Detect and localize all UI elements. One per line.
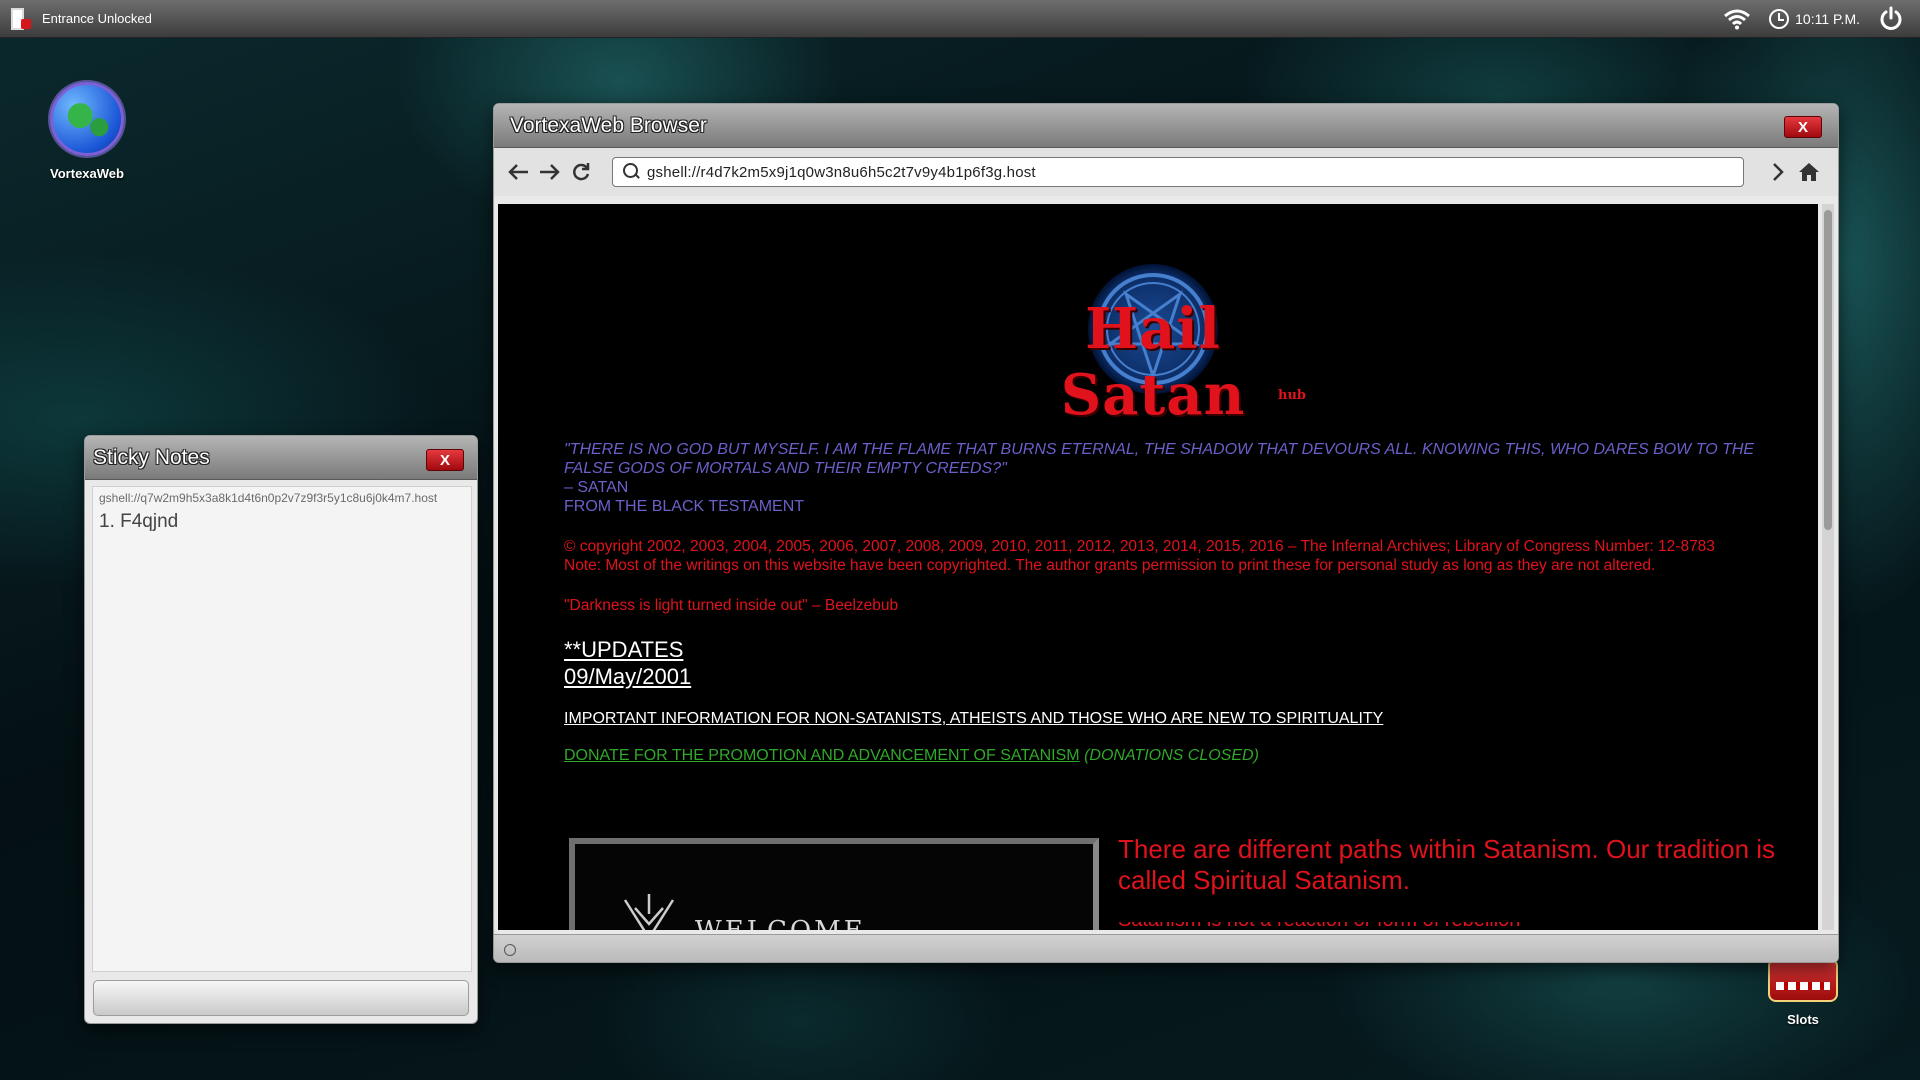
web-page-viewport[interactable]: Hail Satan hub "THERE IS NO GOD BUT MYSE…	[498, 204, 1818, 930]
slot-machine-icon	[1768, 958, 1838, 1002]
address-bar[interactable]: gshell://r4d7k2m5x9j1q0w3n8u6h5c2t7v9y4b…	[612, 157, 1744, 187]
globe-icon	[504, 944, 516, 956]
updates-date-link[interactable]: 09/May/2001	[564, 663, 691, 690]
search-icon	[623, 163, 641, 181]
logo-subtitle: hub	[1278, 388, 1306, 403]
donate-link[interactable]: DONATE FOR THE PROMOTION AND ADVANCEMENT…	[564, 747, 1080, 764]
page-scrollbar[interactable]	[1822, 204, 1834, 930]
globe-icon	[50, 82, 124, 156]
window-title: Sticky Notes	[93, 445, 210, 469]
url-text: gshell://r4d7k2m5x9j1q0w3n8u6h5c2t7v9y4b…	[647, 163, 1036, 181]
home-icon[interactable]	[1794, 157, 1824, 187]
note-url-line: gshell://q7w2m9h5x3a8k1d4t6n0p2v7z9f3r5y…	[99, 491, 438, 505]
quote-source: FROM THE BLACK TESTAMENT	[564, 498, 805, 515]
clock-time: 10:11 P.M.	[1795, 11, 1860, 27]
darkness-quote: "Darkness is light turned inside out" – …	[564, 597, 899, 614]
clock[interactable]: 10:11 P.M.	[1769, 9, 1860, 29]
site-logo: Hail Satan hub	[498, 244, 1818, 428]
browser-window: VortexaWeb Browser X gshell://r4d7k2m5x9…	[493, 103, 1839, 963]
page-content: "THERE IS NO GOD BUT MYSELF. I AM THE FL…	[564, 440, 1764, 765]
welcome-heading: WELCOME	[695, 916, 866, 930]
paths-more-text: Satanism is not a reaction or form of re…	[1118, 922, 1798, 930]
desktop-icon-label: Slots	[1787, 1012, 1819, 1027]
scrollbar-thumb[interactable]	[1824, 210, 1832, 530]
back-arrow-icon[interactable]	[504, 157, 534, 187]
note-entry: 1. F4qjnd	[99, 511, 179, 532]
browser-statusbar	[494, 934, 1838, 962]
desktop-icon-slots[interactable]: Slots	[1768, 958, 1838, 1027]
browser-toolbar: gshell://r4d7k2m5x9j1q0w3n8u6h5c2t7v9y4b…	[494, 148, 1838, 196]
sticky-notes-textarea[interactable]: gshell://q7w2m9h5x3a8k1d4t6n0p2v7z9f3r5y…	[92, 486, 472, 972]
copyright-note: Note: Most of the writings on this websi…	[564, 557, 1656, 574]
status-text: Entrance Unlocked	[42, 11, 152, 26]
leviathan-cross-icon	[623, 894, 675, 930]
paths-paragraph: There are different paths within Satanis…	[1118, 834, 1776, 895]
clock-icon	[1769, 9, 1790, 29]
sticky-notes-window: Sticky Notes X gshell://q7w2m9h5x3a8k1d4…	[84, 435, 478, 1024]
updates-link[interactable]: **UPDATES	[564, 636, 683, 663]
desktop-icon-vortexaweb[interactable]: VortexaWeb	[50, 82, 124, 181]
quote-author: – SATAN	[564, 479, 629, 496]
desktop-icon-label: VortexaWeb	[50, 166, 124, 181]
door-lock-icon	[10, 7, 31, 31]
sticky-notes-button[interactable]	[93, 980, 469, 1016]
paths-continued: Satanism is not a reaction or form of re…	[1118, 922, 1798, 930]
featured-quote: "THERE IS NO GOD BUT MYSELF. I AM THE FL…	[564, 441, 1755, 477]
welcome-banner[interactable]: WELCOME	[569, 838, 1099, 930]
sticky-notes-titlebar[interactable]: Sticky Notes X	[85, 436, 477, 480]
forward-arrow-icon[interactable]	[534, 157, 564, 187]
refresh-icon[interactable]	[566, 157, 596, 187]
system-top-bar: Entrance Unlocked 10:11 P.M.	[0, 0, 1920, 38]
go-chevron-icon[interactable]	[1763, 157, 1793, 187]
close-button[interactable]: X	[1784, 116, 1822, 138]
browser-titlebar[interactable]: VortexaWeb Browser X	[494, 104, 1838, 148]
info-link[interactable]: IMPORTANT INFORMATION FOR NON-SATANISTS,…	[564, 710, 1383, 727]
donations-status: (DONATIONS CLOSED)	[1084, 747, 1259, 764]
wifi-icon[interactable]	[1723, 8, 1751, 30]
window-title: VortexaWeb Browser	[510, 113, 707, 137]
copyright-notice: © copyright 2002, 2003, 2004, 2005, 2006…	[564, 538, 1715, 555]
logo-title: Hail Satan	[1060, 296, 1246, 428]
close-button[interactable]: X	[426, 449, 464, 471]
power-icon[interactable]	[1878, 6, 1904, 32]
